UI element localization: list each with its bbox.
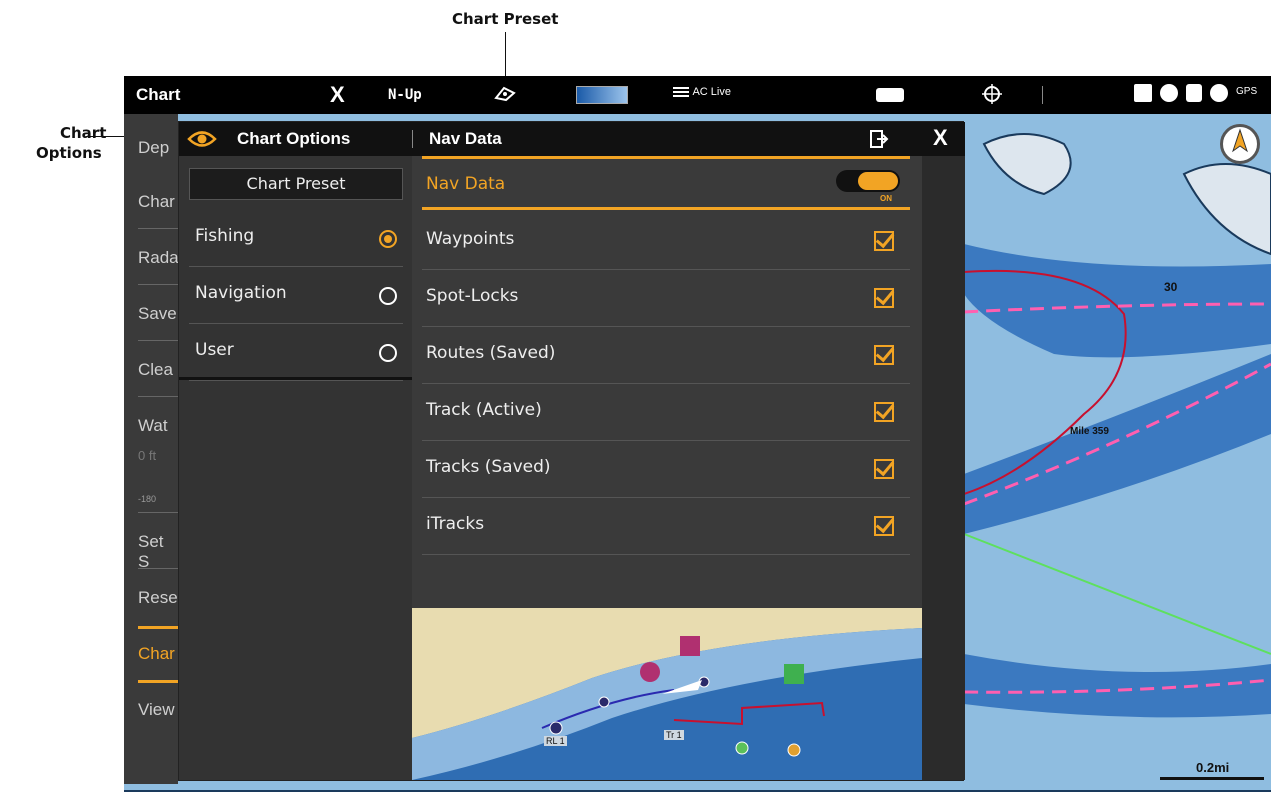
chart-options-callout-line1: Chart bbox=[60, 124, 107, 142]
menu-divider bbox=[138, 228, 178, 229]
aclive-icon[interactable]: AC Live bbox=[672, 84, 731, 100]
gps-status-icon: GPS bbox=[1236, 86, 1258, 97]
menu-divider bbox=[138, 512, 178, 513]
menu-divider-active bbox=[138, 680, 178, 683]
preset-fishing[interactable]: Fishing bbox=[189, 210, 403, 267]
chart-options-callout-line2: Options bbox=[36, 144, 102, 162]
close-panel-button[interactable]: X bbox=[933, 125, 948, 151]
menu-divider bbox=[138, 396, 178, 397]
nav-item-label: Track (Active) bbox=[426, 400, 542, 420]
nav-item-routes-saved[interactable]: Routes (Saved) bbox=[422, 327, 910, 384]
nav-item-itracks[interactable]: iTracks bbox=[422, 498, 910, 555]
nav-status-icon bbox=[1210, 84, 1228, 102]
mile-marker-label: Mile 359 bbox=[1070, 426, 1109, 437]
menu-divider bbox=[138, 568, 178, 569]
menu-item-reset[interactable]: Rese bbox=[138, 588, 178, 608]
panel-header: Chart Options Nav Data X bbox=[179, 122, 965, 156]
chart-preset-button[interactable]: Chart Preset bbox=[189, 168, 403, 200]
menu-item-clear[interactable]: Clea bbox=[138, 360, 173, 380]
scale-label: 0.2mi bbox=[1196, 760, 1230, 775]
nav-item-waypoints[interactable]: Waypoints bbox=[422, 213, 910, 270]
menu-divider bbox=[138, 284, 178, 285]
nav-item-tracks-saved[interactable]: Tracks (Saved) bbox=[422, 441, 910, 498]
panel-title: Chart Options bbox=[237, 129, 351, 148]
nav-data-toggle[interactable] bbox=[836, 170, 900, 192]
close-pane-button[interactable]: X bbox=[330, 82, 345, 108]
preview-track-label: Tr 1 bbox=[664, 730, 684, 740]
radio-selected-icon[interactable] bbox=[379, 230, 397, 248]
menu-item-water[interactable]: Wat bbox=[138, 416, 168, 436]
checkbox-checked-icon[interactable] bbox=[874, 402, 894, 422]
chart-options-panel: Chart Options Nav Data X Chart Preset Fi… bbox=[178, 121, 965, 781]
header-divider bbox=[412, 130, 413, 148]
orientation-label[interactable]: N-Up bbox=[388, 87, 422, 103]
nav-data-label: Nav Data bbox=[426, 174, 506, 194]
nav-data-preview: RL 1 Tr 1 bbox=[412, 608, 922, 780]
battery-icon bbox=[876, 88, 904, 102]
app-title: Chart bbox=[136, 85, 181, 104]
nav-item-label: Waypoints bbox=[426, 229, 515, 249]
status-separator bbox=[1042, 86, 1043, 104]
crosshair-icon[interactable] bbox=[982, 84, 1002, 109]
depth-contour-label: 30 bbox=[1164, 280, 1178, 294]
nav-item-label: Tracks (Saved) bbox=[426, 457, 551, 477]
preset-column: Chart Preset Fishing Navigation User bbox=[179, 156, 412, 780]
checkbox-checked-icon[interactable] bbox=[874, 516, 894, 536]
panel-scroll-column bbox=[922, 156, 965, 780]
preset-label: Fishing bbox=[195, 226, 255, 246]
anchor-icon bbox=[1134, 84, 1152, 102]
nav-item-label: Spot-Locks bbox=[426, 286, 519, 306]
water-level-value: 0 ft bbox=[138, 448, 157, 463]
checkbox-checked-icon[interactable] bbox=[874, 231, 894, 251]
nav-data-toggle-row[interactable]: Nav Data ON bbox=[422, 162, 910, 210]
preset-user[interactable]: User bbox=[189, 324, 403, 381]
sonar-gradient-icon[interactable] bbox=[576, 86, 628, 104]
preset-label: Navigation bbox=[195, 283, 287, 303]
menu-item-save[interactable]: Save bbox=[138, 304, 177, 324]
status-icons: GPS bbox=[1134, 84, 1257, 102]
nav-data-top-bar bbox=[422, 156, 910, 159]
sonar-status-icon bbox=[1186, 84, 1202, 102]
menu-divider-active bbox=[138, 626, 178, 629]
menu-item-chart[interactable]: Char bbox=[138, 192, 175, 212]
compass-status-icon bbox=[1160, 84, 1178, 102]
compass-rose-icon[interactable] bbox=[1220, 124, 1260, 164]
preset-divider bbox=[179, 377, 412, 380]
menu-item-view[interactable]: View bbox=[138, 700, 175, 720]
radio-unselected-icon[interactable] bbox=[379, 287, 397, 305]
menu-item-set[interactable]: Set S bbox=[138, 532, 178, 572]
menu-item-radar[interactable]: Rada bbox=[138, 248, 179, 268]
scale-bar: 0.2mi bbox=[1160, 758, 1264, 780]
toggle-knob bbox=[858, 172, 898, 190]
checkbox-checked-icon[interactable] bbox=[874, 459, 894, 479]
menu-item-depth[interactable]: Dep bbox=[138, 138, 169, 158]
section-title: Nav Data bbox=[429, 129, 502, 148]
toggle-state-label: ON bbox=[880, 194, 892, 203]
nav-item-track-active[interactable]: Track (Active) bbox=[422, 384, 910, 441]
radio-unselected-icon[interactable] bbox=[379, 344, 397, 362]
nav-data-column: Nav Data ON Waypoints Spot-Locks Routes … bbox=[412, 156, 922, 608]
chart-preset-callout: Chart Preset bbox=[452, 10, 559, 28]
menu-divider bbox=[138, 340, 178, 341]
nav-item-label: Routes (Saved) bbox=[426, 343, 556, 363]
water-level-min: -180 bbox=[138, 494, 157, 504]
nav-item-label: iTracks bbox=[426, 514, 485, 534]
exit-menu-icon[interactable] bbox=[869, 129, 889, 154]
preset-label: User bbox=[195, 340, 234, 360]
nav-item-spot-locks[interactable]: Spot-Locks bbox=[422, 270, 910, 327]
chart-preset-icon[interactable] bbox=[494, 84, 516, 102]
checkbox-checked-icon[interactable] bbox=[874, 288, 894, 308]
preview-route-label: RL 1 bbox=[544, 736, 567, 746]
top-bar: Chart X N-Up AC Live GPS bbox=[124, 76, 1271, 114]
preset-navigation[interactable]: Navigation bbox=[189, 267, 403, 324]
left-menu: Dep Char Rada Save Clea Wat 0 ft -180 Se… bbox=[124, 114, 179, 784]
eye-icon[interactable] bbox=[187, 128, 217, 155]
menu-item-chart-options[interactable]: Char bbox=[138, 644, 175, 664]
checkbox-checked-icon[interactable] bbox=[874, 345, 894, 365]
chart-preset-callout-line bbox=[505, 32, 506, 80]
